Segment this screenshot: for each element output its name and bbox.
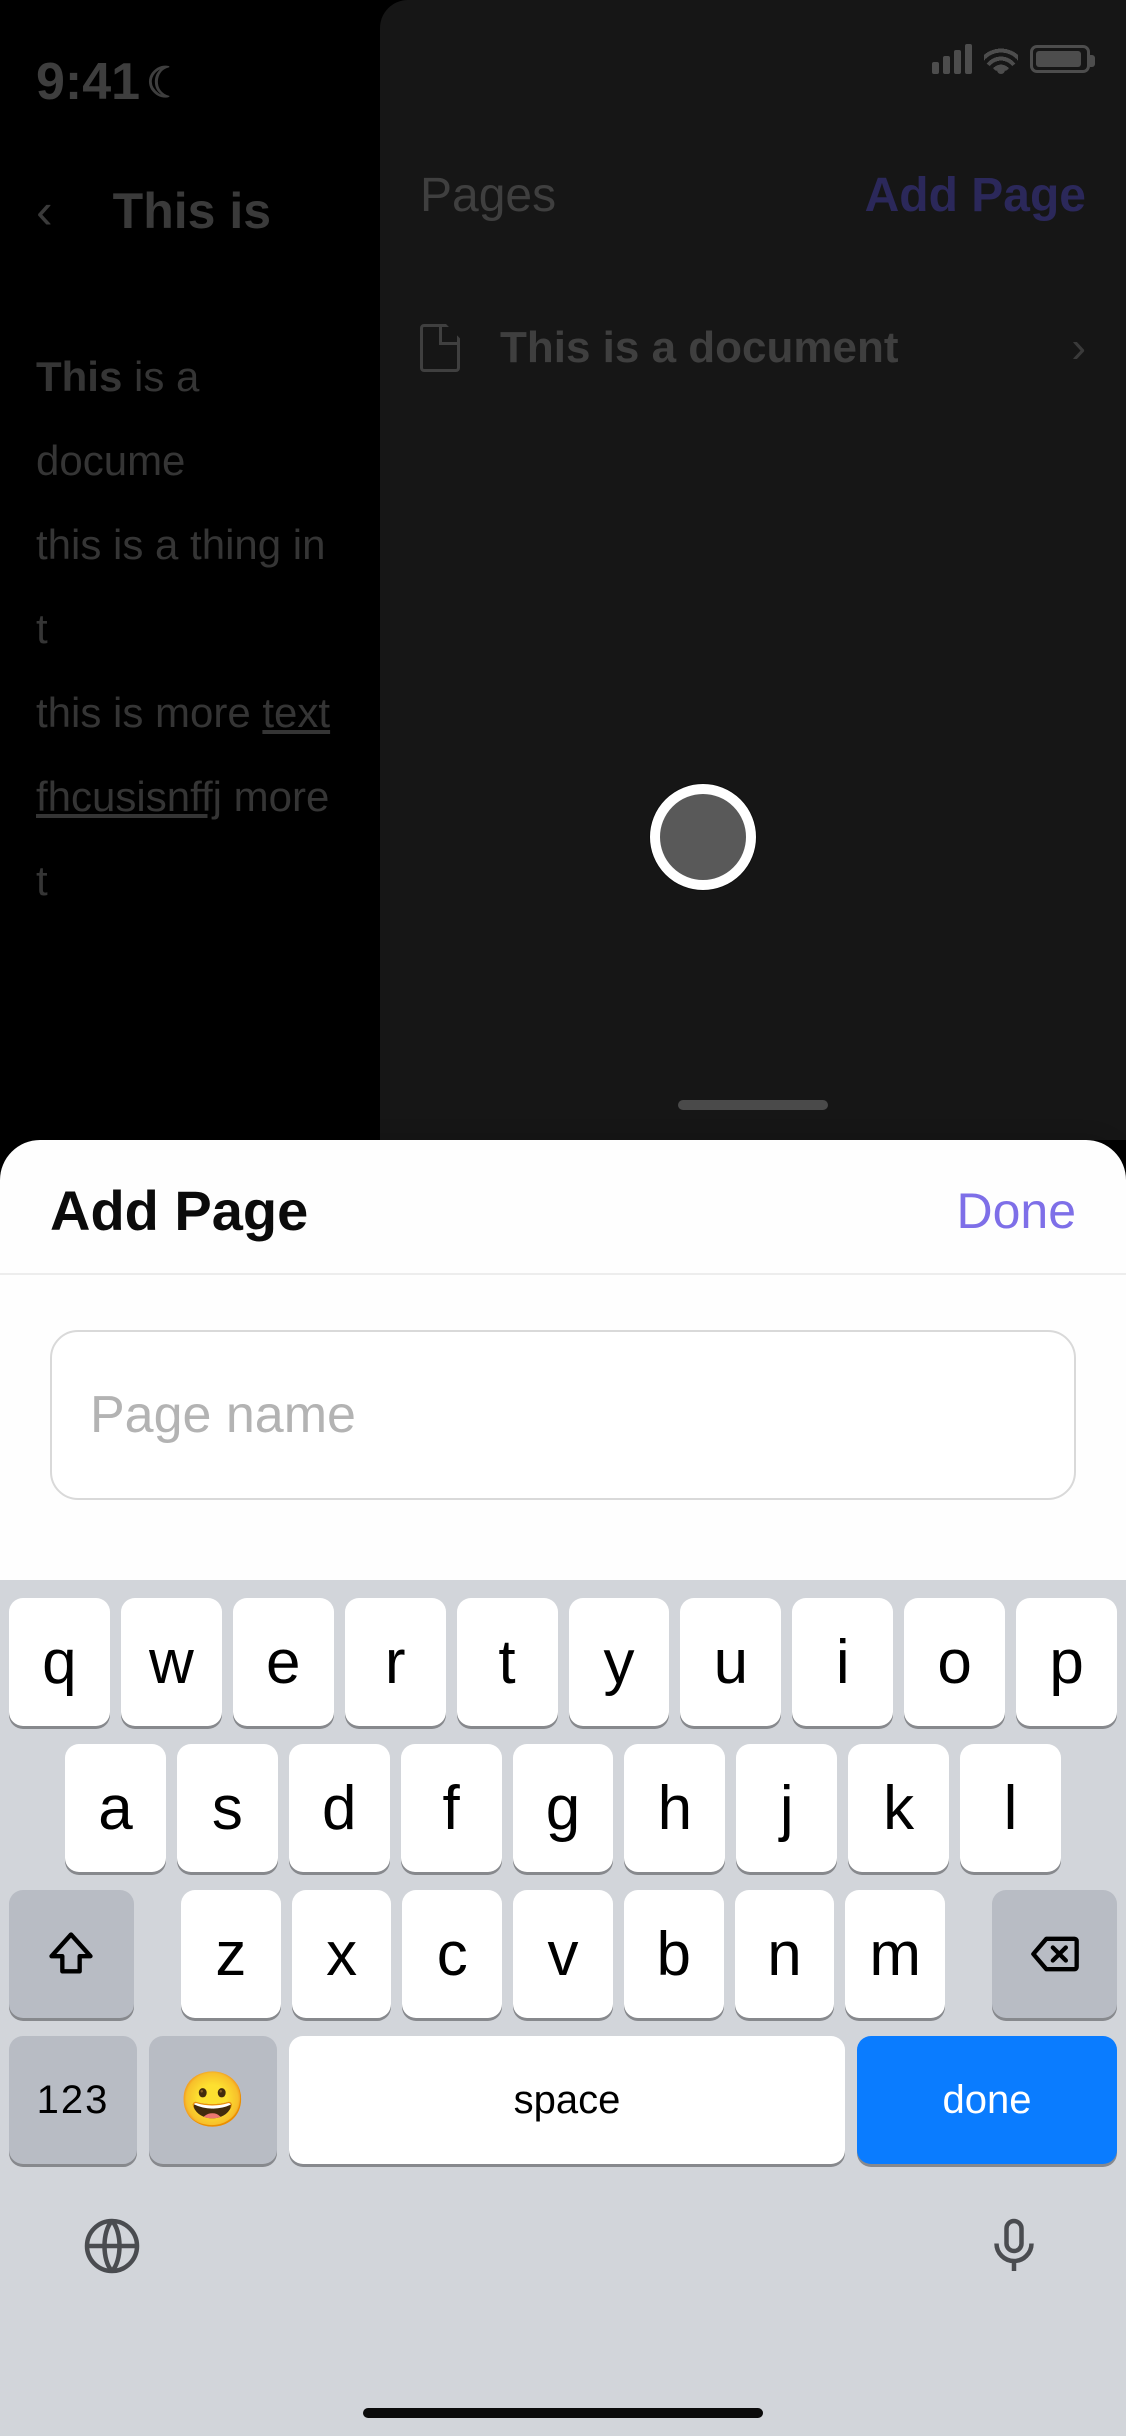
page-name-input[interactable]	[50, 1330, 1076, 1500]
backspace-key[interactable]	[992, 1890, 1117, 2018]
shift-key[interactable]	[9, 1890, 134, 2018]
key-f[interactable]: f	[401, 1744, 502, 1872]
key-q[interactable]: q	[9, 1598, 110, 1726]
key-z[interactable]: z	[181, 1890, 281, 2018]
key-h[interactable]: h	[624, 1744, 725, 1872]
key-i[interactable]: i	[792, 1598, 893, 1726]
status-time-text: 9:41	[36, 52, 140, 112]
doc-line2: this is a thing in t	[36, 503, 344, 671]
key-e[interactable]: e	[233, 1598, 334, 1726]
wifi-icon	[984, 46, 1018, 72]
key-y[interactable]: y	[569, 1598, 670, 1726]
chevron-right-icon: ›	[1071, 323, 1086, 373]
backspace-icon	[1029, 1928, 1081, 1980]
key-r[interactable]: r	[345, 1598, 446, 1726]
emoji-icon: 😀	[179, 2069, 246, 2132]
pages-side-panel: Pages Add Page This is a document ›	[380, 0, 1126, 1140]
cellular-icon	[932, 44, 972, 74]
sheet-title: Add Page	[50, 1178, 308, 1243]
doc-line3-link: text	[262, 689, 330, 736]
touch-indicator	[650, 784, 756, 890]
key-c[interactable]: c	[402, 1890, 502, 2018]
status-right	[932, 44, 1090, 74]
key-g[interactable]: g	[513, 1744, 614, 1872]
space-key[interactable]: space	[289, 2036, 845, 2164]
microphone-icon	[984, 2216, 1044, 2276]
battery-icon	[1030, 45, 1090, 73]
key-o[interactable]: o	[904, 1598, 1005, 1726]
keyboard-row-3: z x c v b n m	[9, 1890, 1117, 2018]
document-icon	[420, 324, 460, 372]
keyboard-row-1: q w e r t y u i o p	[9, 1598, 1117, 1726]
key-a[interactable]: a	[65, 1744, 166, 1872]
emoji-key[interactable]: 😀	[149, 2036, 277, 2164]
panel-grabber	[678, 1100, 828, 1110]
key-k[interactable]: k	[848, 1744, 949, 1872]
key-j[interactable]: j	[736, 1744, 837, 1872]
document-body-preview: This is a docume this is a thing in t th…	[36, 335, 344, 923]
dictation-key[interactable]	[982, 2214, 1046, 2278]
add-page-header-button: Add Page	[865, 168, 1086, 223]
key-d[interactable]: d	[289, 1744, 390, 1872]
page-list-item: This is a document ›	[380, 323, 1126, 373]
keyboard-row-2: a s d f g h j k l	[9, 1744, 1117, 1872]
keyboard-row-4: 123 😀 space done	[9, 2036, 1117, 2164]
globe-icon	[82, 2216, 142, 2276]
shift-icon	[45, 1928, 97, 1980]
do-not-disturb-icon: ☾	[146, 58, 184, 107]
page-list-item-title: This is a document	[500, 323, 1031, 373]
add-page-sheet: Add Page Done	[0, 1140, 1126, 1580]
key-u[interactable]: u	[680, 1598, 781, 1726]
key-b[interactable]: b	[624, 1890, 724, 2018]
background-document-view: 9:41 ☾ ‹ This is This is a docume this i…	[0, 0, 380, 1140]
key-s[interactable]: s	[177, 1744, 278, 1872]
key-w[interactable]: w	[121, 1598, 222, 1726]
status-time: 9:41 ☾	[36, 52, 344, 112]
key-m[interactable]: m	[845, 1890, 945, 2018]
key-p[interactable]: p	[1016, 1598, 1117, 1726]
key-t[interactable]: t	[457, 1598, 558, 1726]
done-key[interactable]: done	[857, 2036, 1117, 2164]
document-title: This is	[113, 182, 271, 240]
doc-line4-link: fhcusisnffj	[36, 773, 222, 820]
home-indicator	[363, 2408, 763, 2418]
key-n[interactable]: n	[735, 1890, 835, 2018]
numeric-key[interactable]: 123	[9, 2036, 137, 2164]
key-v[interactable]: v	[513, 1890, 613, 2018]
soft-keyboard: q w e r t y u i o p a s d f g h j k l	[0, 1580, 1126, 2436]
back-chevron-icon: ‹	[36, 182, 53, 240]
doc-line1-bold: This	[36, 353, 122, 400]
globe-key[interactable]	[80, 2214, 144, 2278]
pages-header-label: Pages	[420, 168, 556, 223]
key-l[interactable]: l	[960, 1744, 1061, 1872]
done-button[interactable]: Done	[956, 1182, 1076, 1240]
key-x[interactable]: x	[292, 1890, 392, 2018]
doc-line3-pre: this is more	[36, 689, 262, 736]
